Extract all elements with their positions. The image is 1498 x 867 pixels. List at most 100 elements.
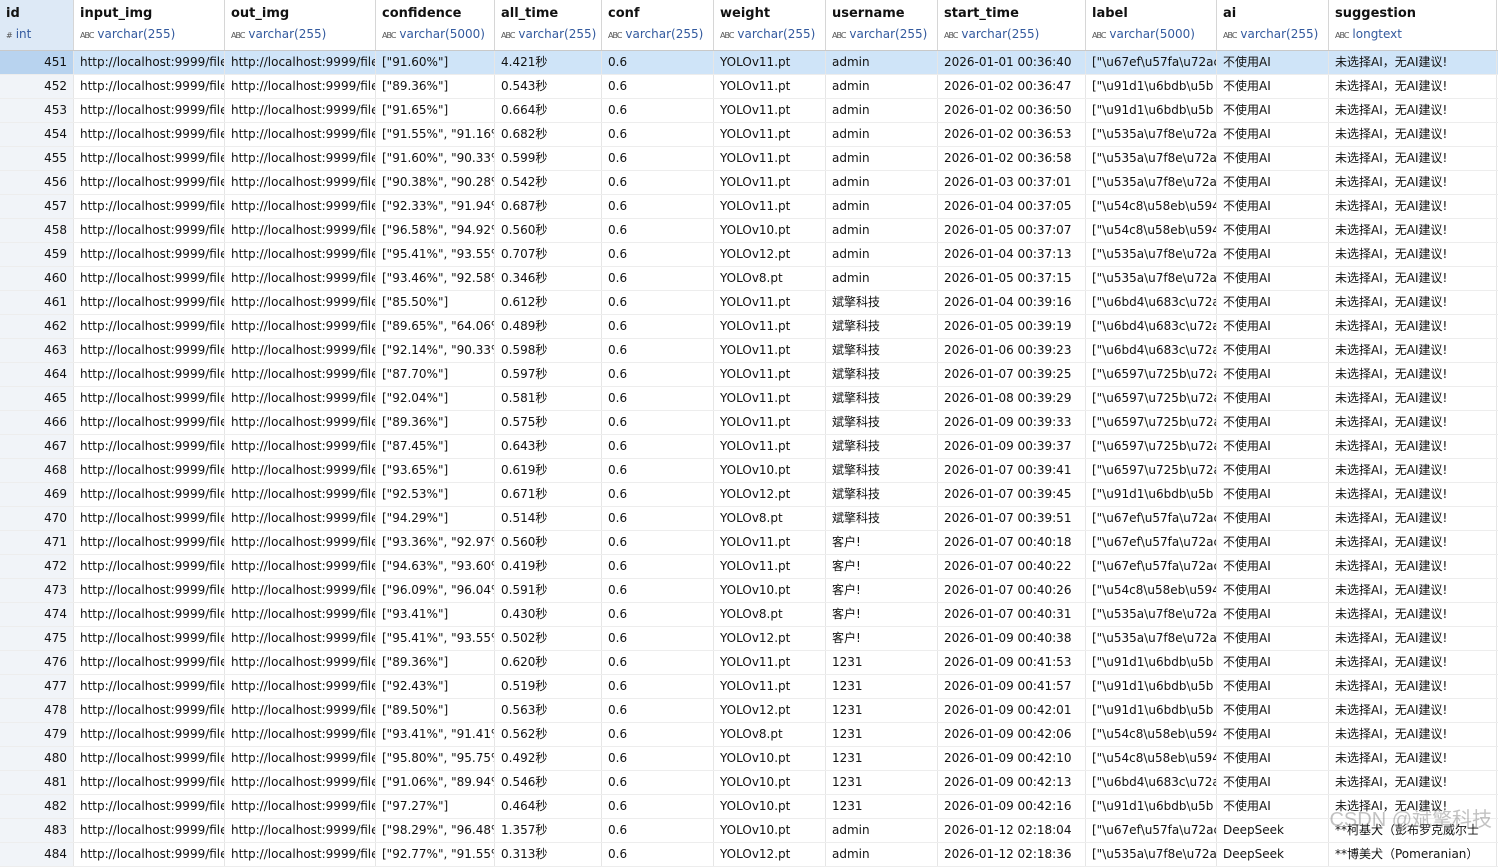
- cell-weight[interactable]: YOLOv10.pt: [714, 747, 826, 770]
- cell-confidence[interactable]: ["92.77%", "91.55%: [376, 843, 495, 866]
- cell-ai[interactable]: 不使用AI: [1217, 291, 1329, 314]
- cell-suggestion[interactable]: 未选择AI，无AI建议!: [1329, 99, 1497, 122]
- column-header-out-img[interactable]: out_img ABC varchar(255): [225, 0, 376, 50]
- cell-ai[interactable]: 不使用AI: [1217, 363, 1329, 386]
- cell-id[interactable]: 473: [0, 579, 74, 602]
- cell-input-img[interactable]: http://localhost:9999/file: [74, 171, 225, 194]
- cell-out-img[interactable]: http://localhost:9999/file: [225, 243, 376, 266]
- cell-conf[interactable]: 0.6: [602, 267, 714, 290]
- cell-id[interactable]: 464: [0, 363, 74, 386]
- cell-username[interactable]: 1231: [826, 723, 938, 746]
- cell-all-time[interactable]: 0.581秒: [495, 387, 602, 410]
- cell-suggestion[interactable]: 未选择AI，无AI建议!: [1329, 747, 1497, 770]
- cell-label[interactable]: ["\u6597\u725b\u72a: [1086, 387, 1217, 410]
- table-row[interactable]: 465 http://localhost:9999/file http://loca…: [0, 387, 1498, 411]
- cell-out-img[interactable]: http://localhost:9999/file: [225, 579, 376, 602]
- cell-all-time[interactable]: 0.707秒: [495, 243, 602, 266]
- cell-suggestion[interactable]: 未选择AI，无AI建议!: [1329, 147, 1497, 170]
- cell-username[interactable]: 1231: [826, 675, 938, 698]
- cell-id[interactable]: 463: [0, 339, 74, 362]
- cell-all-time[interactable]: 4.421秒: [495, 51, 602, 74]
- cell-suggestion[interactable]: 未选择AI，无AI建议!: [1329, 315, 1497, 338]
- cell-ai[interactable]: DeepSeek: [1217, 843, 1329, 866]
- cell-confidence[interactable]: ["93.41%"]: [376, 603, 495, 626]
- table-row[interactable]: 469 http://localhost:9999/file http://loca…: [0, 483, 1498, 507]
- cell-out-img[interactable]: http://localhost:9999/file: [225, 603, 376, 626]
- cell-id[interactable]: 474: [0, 603, 74, 626]
- cell-ai[interactable]: 不使用AI: [1217, 243, 1329, 266]
- cell-username[interactable]: 斌擎科技: [826, 387, 938, 410]
- cell-ai[interactable]: 不使用AI: [1217, 747, 1329, 770]
- cell-start-time[interactable]: 2026-01-09 00:42:10: [938, 747, 1086, 770]
- cell-all-time[interactable]: 0.612秒: [495, 291, 602, 314]
- cell-confidence[interactable]: ["91.65%"]: [376, 99, 495, 122]
- cell-input-img[interactable]: http://localhost:9999/file: [74, 411, 225, 434]
- cell-input-img[interactable]: http://localhost:9999/file: [74, 651, 225, 674]
- cell-weight[interactable]: YOLOv11.pt: [714, 675, 826, 698]
- cell-all-time[interactable]: 0.464秒: [495, 795, 602, 818]
- cell-label[interactable]: ["\u6597\u725b\u72a: [1086, 435, 1217, 458]
- cell-confidence[interactable]: ["89.36%"]: [376, 411, 495, 434]
- cell-out-img[interactable]: http://localhost:9999/file: [225, 819, 376, 842]
- cell-username[interactable]: 斌擎科技: [826, 315, 938, 338]
- cell-label[interactable]: ["\u54c8\u58eb\u594: [1086, 195, 1217, 218]
- cell-weight[interactable]: YOLOv11.pt: [714, 387, 826, 410]
- cell-weight[interactable]: YOLOv11.pt: [714, 147, 826, 170]
- cell-start-time[interactable]: 2026-01-07 00:39:45: [938, 483, 1086, 506]
- cell-suggestion[interactable]: 未选择AI，无AI建议!: [1329, 171, 1497, 194]
- cell-suggestion[interactable]: 未选择AI，无AI建议!: [1329, 531, 1497, 554]
- column-header-label[interactable]: label ABC varchar(5000): [1086, 0, 1217, 50]
- table-row[interactable]: 477 http://localhost:9999/file http://loca…: [0, 675, 1498, 699]
- cell-ai[interactable]: 不使用AI: [1217, 579, 1329, 602]
- cell-all-time[interactable]: 0.599秒: [495, 147, 602, 170]
- table-row[interactable]: 466 http://localhost:9999/file http://loca…: [0, 411, 1498, 435]
- cell-id[interactable]: 452: [0, 75, 74, 98]
- cell-conf[interactable]: 0.6: [602, 435, 714, 458]
- table-row[interactable]: 473 http://localhost:9999/file http://loca…: [0, 579, 1498, 603]
- cell-start-time[interactable]: 2026-01-05 00:37:15: [938, 267, 1086, 290]
- cell-start-time[interactable]: 2026-01-09 00:42:13: [938, 771, 1086, 794]
- table-row[interactable]: 478 http://localhost:9999/file http://loca…: [0, 699, 1498, 723]
- table-row[interactable]: 482 http://localhost:9999/file http://loca…: [0, 795, 1498, 819]
- cell-confidence[interactable]: ["89.65%", "64.06%: [376, 315, 495, 338]
- cell-username[interactable]: 1231: [826, 771, 938, 794]
- cell-out-img[interactable]: http://localhost:9999/file: [225, 339, 376, 362]
- cell-conf[interactable]: 0.6: [602, 699, 714, 722]
- cell-username[interactable]: admin: [826, 147, 938, 170]
- cell-weight[interactable]: YOLOv11.pt: [714, 99, 826, 122]
- cell-conf[interactable]: 0.6: [602, 363, 714, 386]
- cell-label[interactable]: ["\u67ef\u57fa\u72ac: [1086, 555, 1217, 578]
- cell-confidence[interactable]: ["87.45%"]: [376, 435, 495, 458]
- cell-conf[interactable]: 0.6: [602, 75, 714, 98]
- cell-username[interactable]: 斌擎科技: [826, 507, 938, 530]
- cell-username[interactable]: 1231: [826, 651, 938, 674]
- cell-start-time[interactable]: 2026-01-07 00:39:51: [938, 507, 1086, 530]
- cell-suggestion[interactable]: 未选择AI，无AI建议!: [1329, 219, 1497, 242]
- cell-id[interactable]: 479: [0, 723, 74, 746]
- cell-confidence[interactable]: ["92.14%", "90.33%: [376, 339, 495, 362]
- cell-weight[interactable]: YOLOv11.pt: [714, 411, 826, 434]
- cell-suggestion[interactable]: 未选择AI，无AI建议!: [1329, 75, 1497, 98]
- cell-weight[interactable]: YOLOv11.pt: [714, 291, 826, 314]
- cell-start-time[interactable]: 2026-01-05 00:37:07: [938, 219, 1086, 242]
- cell-id[interactable]: 483: [0, 819, 74, 842]
- cell-out-img[interactable]: http://localhost:9999/file: [225, 363, 376, 386]
- cell-label[interactable]: ["\u67ef\u57fa\u72ac: [1086, 531, 1217, 554]
- cell-ai[interactable]: DeepSeek: [1217, 819, 1329, 842]
- cell-label[interactable]: ["\u6597\u725b\u72a: [1086, 459, 1217, 482]
- cell-out-img[interactable]: http://localhost:9999/file: [225, 771, 376, 794]
- cell-ai[interactable]: 不使用AI: [1217, 723, 1329, 746]
- cell-input-img[interactable]: http://localhost:9999/file: [74, 819, 225, 842]
- cell-start-time[interactable]: 2026-01-04 00:39:16: [938, 291, 1086, 314]
- cell-out-img[interactable]: http://localhost:9999/file: [225, 387, 376, 410]
- cell-confidence[interactable]: ["92.04%"]: [376, 387, 495, 410]
- table-row[interactable]: 454 http://localhost:9999/file http://loca…: [0, 123, 1498, 147]
- cell-conf[interactable]: 0.6: [602, 243, 714, 266]
- cell-confidence[interactable]: ["95.41%", "93.55%: [376, 627, 495, 650]
- cell-start-time[interactable]: 2026-01-12 02:18:04: [938, 819, 1086, 842]
- cell-out-img[interactable]: http://localhost:9999/file: [225, 435, 376, 458]
- cell-out-img[interactable]: http://localhost:9999/file: [225, 291, 376, 314]
- cell-start-time[interactable]: 2026-01-02 00:36:47: [938, 75, 1086, 98]
- column-header-ai[interactable]: ai ABC varchar(255): [1217, 0, 1329, 50]
- cell-username[interactable]: 客户!: [826, 531, 938, 554]
